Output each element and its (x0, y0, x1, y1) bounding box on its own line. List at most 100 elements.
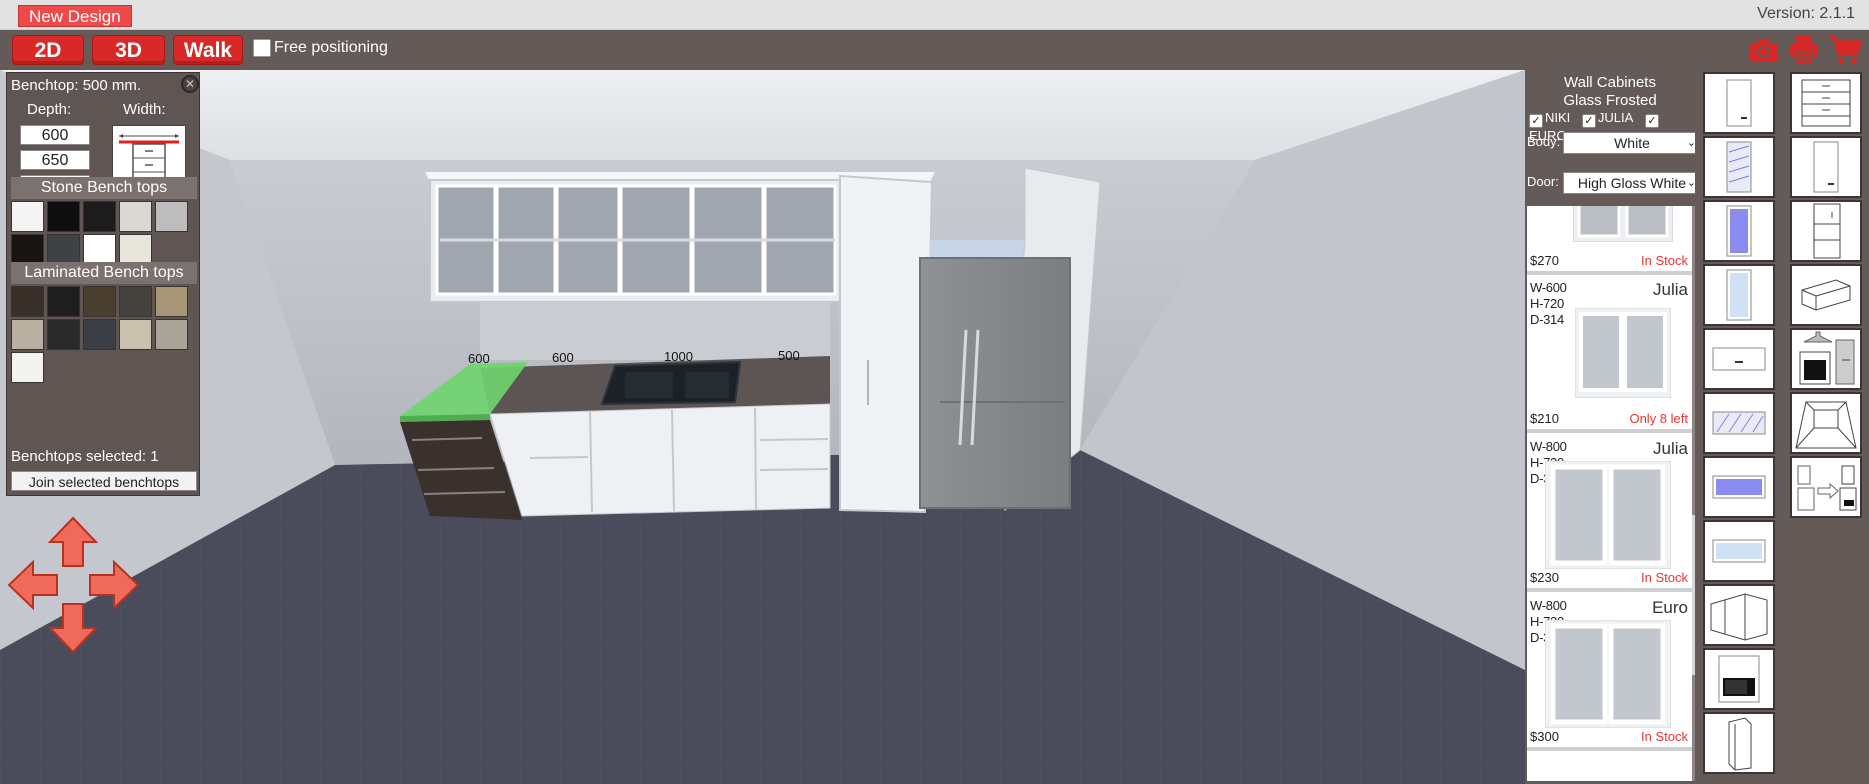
category-frosted-glass-cabinet[interactable] (1703, 200, 1775, 262)
body-select-value: White (1614, 135, 1650, 151)
category-horizontal-glass[interactable] (1703, 392, 1775, 454)
stone-swatch[interactable] (119, 201, 152, 232)
laminated-swatch[interactable] (119, 319, 152, 350)
category-corner-cabinet[interactable] (1703, 584, 1775, 646)
product-list[interactable]: $270 In Stock W-600 H-720 D-314 Julia $2… (1527, 206, 1692, 781)
benchtops-selected-count: Benchtops selected: 1 (11, 448, 159, 465)
product-stock: Only 8 left (1629, 411, 1688, 426)
product-price: $210 (1530, 411, 1559, 426)
printer-icon[interactable] (1788, 34, 1820, 66)
category-horizontal-frosted[interactable] (1703, 456, 1775, 518)
toolbar: 2D 3D Walk Free positioning (0, 30, 1869, 70)
kitchen-3d-scene[interactable]: 600 600 1000 500 (0, 70, 1525, 784)
stone-swatch[interactable] (11, 201, 44, 232)
kitchen-planner-app: New Design Version: 2.1.1 2D 3D Walk Fre… (0, 0, 1869, 784)
view-walk-button[interactable]: Walk (173, 35, 243, 65)
new-design-button[interactable]: New Design (18, 5, 132, 27)
depth-option-650[interactable]: 650 (20, 150, 90, 170)
category-panels[interactable] (1790, 264, 1862, 326)
stone-swatch[interactable] (83, 201, 116, 232)
appliance-icon (1799, 331, 1855, 385)
wall-cabinet-icon (1726, 79, 1752, 127)
arrow-down-icon[interactable] (48, 602, 98, 654)
camera-icon[interactable] (1748, 34, 1780, 66)
filter-julia-checkbox[interactable]: ✓ (1581, 114, 1596, 128)
laminated-swatch[interactable] (83, 286, 116, 317)
panel-icon (1801, 279, 1851, 311)
product-price: $230 (1530, 570, 1559, 585)
stone-swatch[interactable] (47, 234, 80, 265)
product-card[interactable]: $270 In Stock (1527, 206, 1692, 275)
category-horizontal-clear[interactable] (1703, 520, 1775, 582)
laminated-swatch[interactable] (47, 286, 80, 317)
stone-swatch[interactable] (119, 234, 152, 265)
view-3d-button[interactable]: 3D (92, 35, 165, 65)
product-card[interactable]: W-800 H-720 D-314 Julia $230 In Stock (1527, 437, 1692, 592)
category-tall-units[interactable] (1790, 200, 1862, 262)
stone-swatch[interactable] (83, 234, 116, 265)
category-end-panel[interactable] (1703, 712, 1775, 774)
free-positioning-checkbox[interactable] (253, 39, 271, 57)
filter-julia-label: JULIA (1597, 110, 1634, 125)
depth-option-600[interactable]: 600 (20, 125, 90, 145)
filter-niki-label: NIKI (1545, 110, 1571, 125)
laminated-swatch[interactable] (47, 319, 80, 350)
laminated-swatch[interactable] (83, 319, 116, 350)
horizontal-glass-icon (1712, 411, 1766, 435)
horizontal-frosted-icon (1712, 475, 1766, 499)
stone-bench-tops-heading: Stone Bench tops (11, 177, 197, 199)
category-wall-cabinet[interactable] (1703, 72, 1775, 134)
cart-icon[interactable] (1828, 34, 1862, 66)
product-width: W-800 (1530, 598, 1567, 613)
category-microwave-cabinet[interactable] (1703, 648, 1775, 710)
body-select[interactable]: White ⌄ (1563, 132, 1701, 154)
product-series: Julia (1653, 439, 1688, 458)
3d-viewport[interactable]: 600 600 1000 500 (0, 70, 1525, 784)
product-card[interactable]: W-800 H-720 D-314 Euro $300 In Stock (1527, 596, 1692, 751)
stone-swatch[interactable] (155, 201, 188, 232)
product-card[interactable]: W-600 H-720 D-314 Julia $210 Only 8 left (1527, 278, 1692, 433)
product-price: $300 (1530, 729, 1559, 744)
laminated-swatch[interactable] (155, 286, 188, 317)
benchtop-title: Benchtop: 500 mm. (11, 77, 142, 94)
body-label: Body: (1527, 134, 1561, 149)
stone-swatch[interactable] (11, 234, 44, 265)
dimension-label: 1000 (664, 349, 693, 364)
category-clear-glass-cabinet[interactable] (1703, 264, 1775, 326)
glass-cabinet-icon (1726, 141, 1752, 193)
category-base-drawers[interactable] (1790, 72, 1862, 134)
product-width: W-600 (1530, 280, 1567, 295)
category-move-items[interactable] (1790, 456, 1862, 518)
laminated-swatch[interactable] (11, 286, 44, 317)
microwave-cabinet-icon (1718, 655, 1760, 703)
stone-swatch[interactable] (47, 201, 80, 232)
horizontal-clear-icon (1712, 539, 1766, 563)
view-2d-button[interactable]: 2D (12, 35, 84, 65)
tall-unit-icon (1813, 203, 1841, 259)
category-horizontal-cabinet[interactable] (1703, 328, 1775, 390)
product-stock: In Stock (1641, 729, 1688, 744)
category-appliances[interactable] (1790, 328, 1862, 390)
category-glass-cabinet[interactable] (1703, 136, 1775, 198)
benchtop-panel: Benchtop: 500 mm. ✕ Depth: Width: 600 65… (6, 72, 200, 496)
filter-niki-checkbox[interactable]: ✓ (1529, 114, 1543, 128)
laminated-swatch[interactable] (11, 352, 44, 383)
door-select[interactable]: High Gloss White ⌄ (1563, 172, 1701, 194)
product-width: W-800 (1530, 439, 1567, 454)
product-series: Julia (1653, 280, 1688, 299)
end-panel-icon (1728, 717, 1752, 771)
laminated-swatch[interactable] (11, 319, 44, 350)
product-stock: In Stock (1641, 570, 1688, 585)
product-price: $270 (1530, 253, 1559, 268)
laminated-swatch[interactable] (155, 319, 188, 350)
laminated-swatch[interactable] (119, 286, 152, 317)
product-depth: D-314 (1530, 312, 1564, 327)
filter-euro-checkbox[interactable]: ✓ (1644, 114, 1659, 128)
close-icon[interactable]: ✕ (181, 75, 199, 93)
cabinet-thumbnail (1545, 620, 1671, 728)
width-label: Width: (123, 101, 166, 118)
join-benchtops-button[interactable]: Join selected benchtops (11, 471, 197, 491)
category-room-layout[interactable] (1790, 392, 1862, 454)
title-bar: New Design Version: 2.1.1 (0, 0, 1869, 30)
category-wall-units[interactable] (1790, 136, 1862, 198)
